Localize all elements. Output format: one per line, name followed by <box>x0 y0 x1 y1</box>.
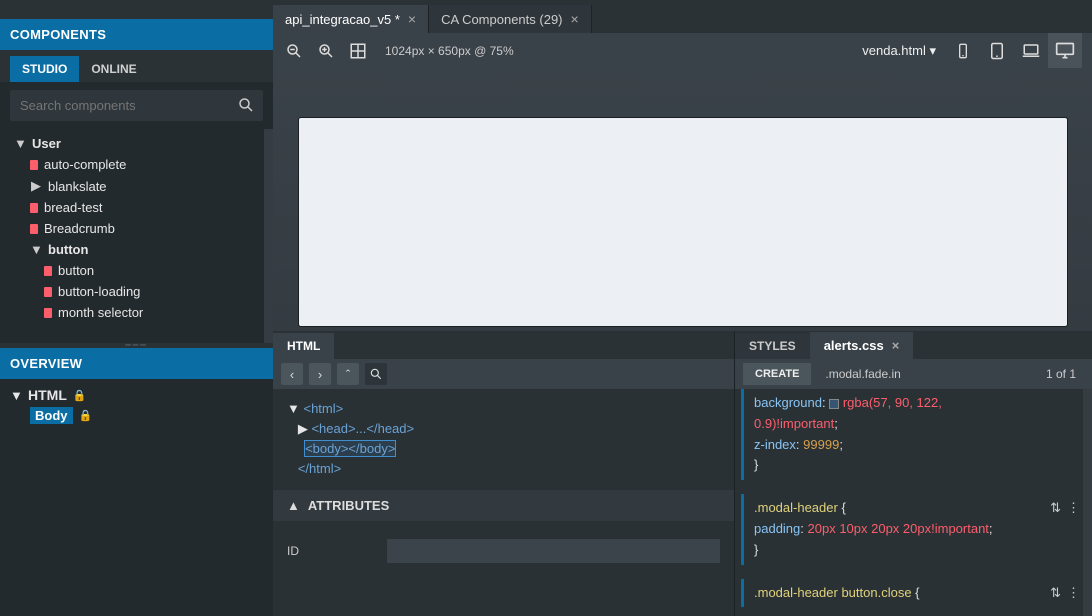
close-icon[interactable]: × <box>408 11 416 27</box>
device-tablet-icon[interactable] <box>980 33 1014 68</box>
close-icon[interactable]: × <box>571 11 579 27</box>
create-button[interactable]: CREATE <box>743 363 811 385</box>
lock-icon: 🔒 <box>73 389 87 402</box>
attr-id-label: ID <box>287 544 387 558</box>
components-header: COMPONENTS <box>0 19 273 50</box>
sidebar: COMPONENTS STUDIO ONLINE ▼User auto-comp… <box>0 0 273 616</box>
tab-html[interactable]: HTML <box>273 333 334 359</box>
html-source[interactable]: ▼ <html> ▶ <head>...</head> <body></body… <box>273 389 734 490</box>
match-count: 1 of 1 <box>1046 367 1084 381</box>
file-tabbar: api_integracao_v5 *× CA Components (29)× <box>273 6 1092 33</box>
tab-css-file[interactable]: alerts.css× <box>810 332 914 359</box>
overview-body[interactable]: Body🔒 <box>30 405 263 426</box>
grid-icon[interactable] <box>347 40 369 62</box>
tab-online[interactable]: ONLINE <box>79 56 148 82</box>
nav-back-icon[interactable]: ‹ <box>281 363 303 385</box>
css-rules[interactable]: background: rgba(57, 90, 122, 0.9)!impor… <box>735 389 1092 616</box>
nav-up-icon[interactable]: ˆ <box>337 363 359 385</box>
tree-category-user[interactable]: ▼User <box>10 133 273 154</box>
tree-item[interactable]: bread-test <box>10 197 273 218</box>
device-phone-icon[interactable] <box>946 33 980 68</box>
canvas[interactable] <box>299 118 1067 326</box>
tab-styles[interactable]: STYLES <box>735 333 810 359</box>
close-icon[interactable]: × <box>892 338 900 353</box>
selector-input[interactable]: .modal.fade.in <box>817 367 1007 381</box>
sort-icon[interactable]: ⇅ <box>1050 583 1061 604</box>
file-tab[interactable]: api_integracao_v5 *× <box>273 5 429 33</box>
tree-item[interactable]: Breadcrumb <box>10 218 273 239</box>
attr-id-input[interactable] <box>387 539 720 563</box>
canvas-toolbar: 1024px × 650px @ 75% venda.html ▾ <box>273 33 1092 68</box>
tree-category-button[interactable]: ▼button <box>10 239 273 260</box>
overview-html[interactable]: ▼HTML🔒 <box>10 385 263 405</box>
tree-item[interactable]: auto-complete <box>10 154 273 175</box>
component-tree: ▼User auto-complete ▶blankslate bread-te… <box>0 129 273 343</box>
tree-item[interactable]: month selector <box>10 302 273 323</box>
search-input[interactable] <box>10 90 263 121</box>
filename-dropdown[interactable]: venda.html ▾ <box>862 43 936 59</box>
tab-studio[interactable]: STUDIO <box>10 56 79 82</box>
more-icon[interactable]: ⋮ <box>1067 583 1080 604</box>
file-tab[interactable]: CA Components (29)× <box>429 5 592 33</box>
zoom-in-icon[interactable] <box>315 40 337 62</box>
tree-item[interactable]: button <box>10 260 273 281</box>
lock-icon: 🔒 <box>79 409 93 422</box>
attributes-header[interactable]: ▲ATTRIBUTES <box>273 490 734 521</box>
tree-item[interactable]: button-loading <box>10 281 273 302</box>
nav-forward-icon[interactable]: › <box>309 363 331 385</box>
find-icon[interactable] <box>365 363 387 385</box>
overview-header: OVERVIEW <box>0 348 273 379</box>
zoom-out-icon[interactable] <box>283 40 305 62</box>
more-icon[interactable]: ⋮ <box>1067 498 1080 519</box>
sort-icon[interactable]: ⇅ <box>1050 498 1061 519</box>
tree-item[interactable]: ▶blankslate <box>10 175 273 197</box>
canvas-dimensions: 1024px × 650px @ 75% <box>385 44 514 58</box>
device-laptop-icon[interactable] <box>1014 33 1048 68</box>
search-icon[interactable] <box>237 96 255 114</box>
canvas-area[interactable] <box>273 68 1092 331</box>
device-desktop-icon[interactable] <box>1048 33 1082 68</box>
